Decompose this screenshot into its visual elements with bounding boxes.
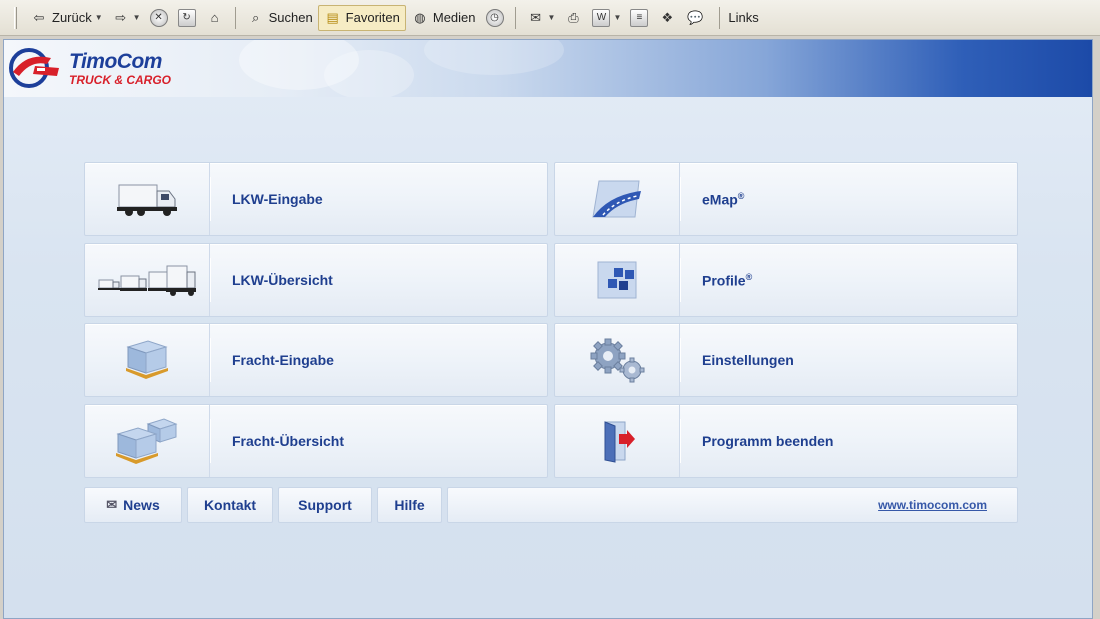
tile-icon-area	[555, 324, 681, 396]
logo-globe-icon	[7, 46, 63, 90]
tile-label: LKW-Übersicht	[232, 272, 333, 288]
refresh-icon: ↻	[177, 8, 196, 27]
menu-lkw-uebersicht[interactable]: LKW-Übersicht	[84, 243, 548, 317]
menu-lkw-eingabe[interactable]: LKW-Eingabe	[84, 162, 548, 236]
favorites-label: Favoriten	[345, 10, 400, 25]
truck-convoy-icon	[98, 265, 196, 296]
menu-einstellungen[interactable]: Einstellungen	[554, 323, 1018, 397]
pallet-box-icon	[126, 340, 168, 379]
truck-icon	[117, 184, 177, 216]
search-label: Suchen	[268, 10, 313, 25]
contact-button[interactable]: Kontakt	[187, 487, 273, 523]
history-button[interactable]: ◷	[481, 5, 509, 31]
print-button[interactable]: ⎙	[559, 5, 587, 31]
tile-icon-area	[85, 405, 211, 477]
profile-blocks-icon	[597, 261, 637, 299]
menu-fracht-uebersicht[interactable]: Fracht-Übersicht	[84, 404, 548, 478]
menu-programm-beenden[interactable]: Programm beenden	[554, 404, 1018, 478]
back-label: Zurück	[52, 10, 92, 25]
menu-profile[interactable]: Profile®	[554, 243, 1018, 317]
edit-button[interactable]: W	[587, 5, 615, 31]
tile-icon-area	[85, 324, 211, 396]
history-icon: ◷	[485, 8, 504, 27]
tile-label: Fracht-Eingabe	[232, 352, 334, 368]
discuss-icon: ≡	[630, 8, 649, 27]
mail-icon: ✉	[530, 9, 541, 25]
forward-button[interactable]: ⇨	[107, 5, 135, 31]
research-button[interactable]: ❖	[653, 5, 681, 31]
stop-button[interactable]: ✕	[145, 5, 173, 31]
links-button[interactable]: Links	[719, 6, 759, 29]
toolbar-grip[interactable]	[14, 6, 17, 29]
discuss-button[interactable]: ≡	[625, 5, 653, 31]
toolbar-separator	[514, 6, 516, 29]
menu-emap[interactable]: eMap®	[554, 162, 1018, 236]
app-window: TimoCom TRUCK & CARGO LKW-Eingabe LKW-Üb…	[3, 39, 1093, 619]
help-button[interactable]: Hilfe	[377, 487, 442, 523]
website-bar: www.timocom.com	[447, 487, 1018, 523]
toolbar-separator	[234, 6, 236, 29]
brand-name: TimoCom	[69, 49, 162, 73]
stop-icon: ✕	[149, 8, 168, 27]
world-map-decoration	[324, 50, 414, 97]
tile-label: LKW-Eingabe	[232, 191, 323, 207]
tile-label: Profile®	[680, 272, 752, 289]
registered-mark: ®	[745, 271, 753, 282]
edit-dropdown-icon[interactable]: ▼	[613, 13, 621, 22]
tile-label: Programm beenden	[702, 433, 834, 449]
edit-word-icon: W	[592, 8, 611, 27]
news-button[interactable]: ✉ News	[84, 487, 182, 523]
back-button[interactable]: ⇦ Zurück	[25, 5, 97, 31]
favorites-button[interactable]: ▤ Favoriten	[317, 4, 406, 31]
back-dropdown-icon[interactable]: ▼	[95, 13, 103, 22]
news-icon: ✉	[106, 497, 118, 512]
home-icon: ⌂	[210, 10, 219, 25]
media-icon: ◍	[414, 9, 426, 25]
header-banner: TimoCom TRUCK & CARGO	[4, 40, 1092, 97]
print-icon: ⎙	[568, 9, 579, 25]
support-label: Support	[298, 497, 352, 513]
tile-icon-area	[85, 163, 211, 235]
tile-label-text: eMap	[702, 191, 738, 208]
mail-button[interactable]: ✉	[522, 5, 550, 31]
media-button[interactable]: ◍ Medien	[406, 5, 481, 31]
tile-label: Fracht-Übersicht	[232, 433, 345, 449]
tile-label: eMap®	[680, 191, 744, 208]
menu-fracht-eingabe[interactable]: Fracht-Eingabe	[84, 323, 548, 397]
messenger-icon: 💬	[687, 9, 704, 25]
exit-door-icon	[604, 421, 635, 463]
world-map-decoration	[424, 40, 564, 75]
tile-icon-area	[555, 244, 681, 316]
mail-dropdown-icon[interactable]: ▼	[548, 13, 556, 22]
refresh-button[interactable]: ↻	[173, 5, 201, 31]
contact-label: Kontakt	[203, 497, 257, 513]
research-icon: ❖	[661, 9, 674, 25]
support-button[interactable]: Support	[278, 487, 372, 523]
tile-icon-area	[555, 163, 681, 235]
tile-label: Einstellungen	[702, 352, 794, 368]
pallet-boxes-icon	[116, 418, 178, 464]
tile-icon-area	[85, 244, 211, 316]
forward-arrow-icon: ⇨	[115, 9, 127, 25]
help-label: Hilfe	[394, 497, 425, 513]
news-label: News	[123, 497, 160, 513]
search-button[interactable]: ⌕ Suchen	[242, 5, 318, 31]
favorites-folder-icon: ▤	[326, 9, 339, 25]
gears-icon	[590, 338, 645, 383]
brand-tagline: TRUCK & CARGO	[69, 72, 171, 87]
timocom-logo: TimoCom TRUCK & CARGO	[7, 46, 171, 90]
tile-icon-area	[555, 405, 681, 477]
website-link[interactable]: www.timocom.com	[878, 498, 987, 512]
registered-mark: ®	[737, 190, 745, 201]
browser-toolbar: ⇦ Zurück ▼ ⇨ ▼ ✕ ↻ ⌂ ⌕ Suchen ▤ Favorite…	[0, 0, 1100, 36]
media-label: Medien	[432, 10, 476, 25]
links-label: Links	[728, 10, 759, 25]
back-arrow-icon: ⇦	[33, 9, 45, 25]
search-icon: ⌕	[251, 9, 260, 25]
home-button[interactable]: ⌂	[201, 5, 229, 31]
messenger-button[interactable]: 💬	[681, 5, 709, 31]
tile-label-text: Profile	[702, 272, 746, 289]
road-map-icon	[592, 180, 641, 218]
forward-dropdown-icon[interactable]: ▼	[133, 13, 141, 22]
